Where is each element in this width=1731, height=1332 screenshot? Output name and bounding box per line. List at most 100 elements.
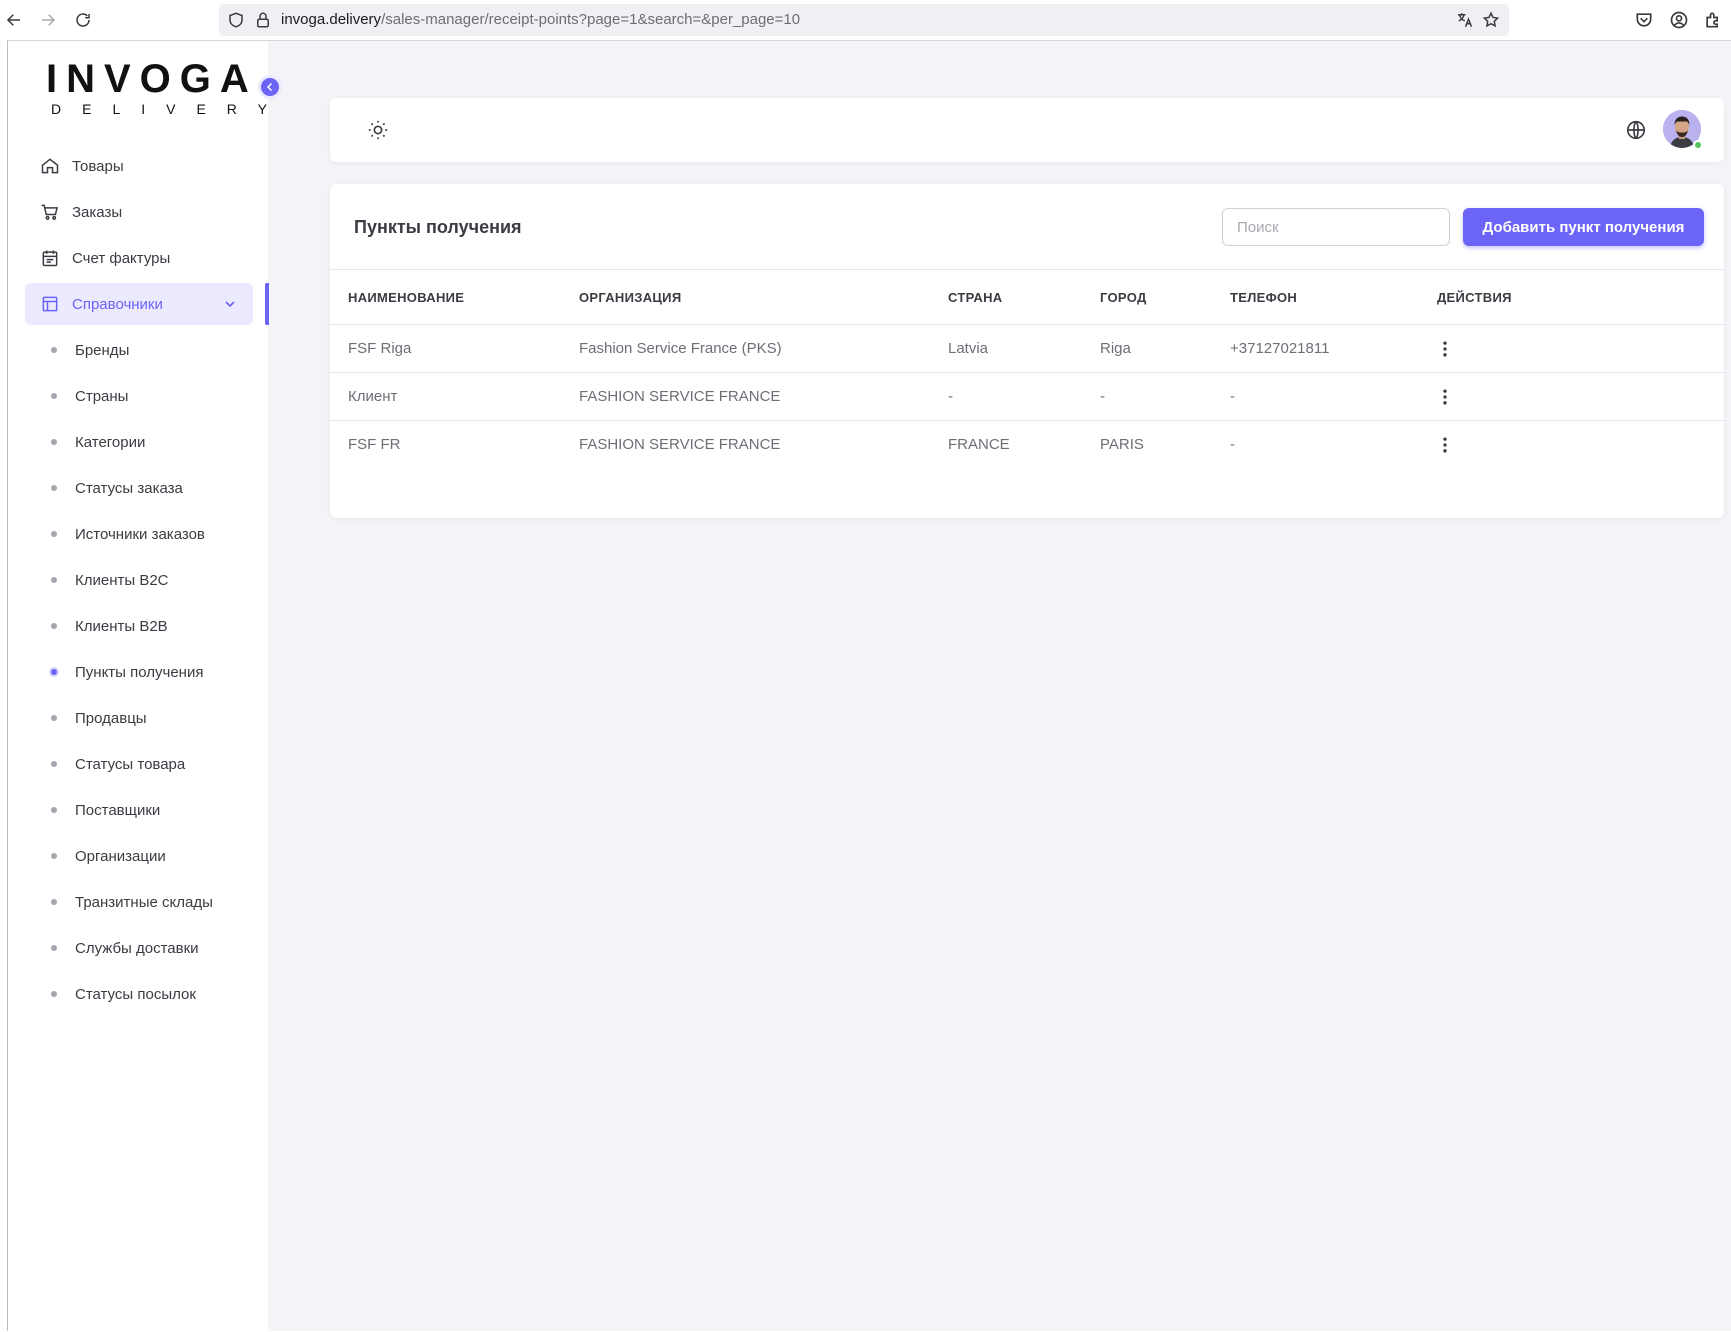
sidebar-subitem-order-sources[interactable]: Источники заказов xyxy=(43,519,253,549)
bullet-icon xyxy=(51,623,57,629)
sidebar-subitem-label: Организации xyxy=(75,847,166,865)
sidebar-subitem-label: Статусы товара xyxy=(75,755,186,773)
row-actions-button[interactable] xyxy=(1435,339,1455,359)
cell-country: FRANCE xyxy=(948,436,1010,453)
sidebar-subitem-product-statuses[interactable]: Статусы товара xyxy=(43,749,253,779)
table-row: FSF Riga Fashion Service France (PKS) La… xyxy=(330,325,1724,373)
page-title: Пункты получения xyxy=(354,217,522,237)
sidebar-subitem-countries[interactable]: Страны xyxy=(43,381,253,411)
extensions-icon[interactable] xyxy=(1703,10,1723,30)
home-icon xyxy=(41,158,59,174)
bullet-icon xyxy=(51,485,57,491)
sidebar-subitem-label: Пункты получения xyxy=(75,663,204,681)
more-vertical-icon xyxy=(1443,389,1447,405)
cell-phone: - xyxy=(1230,388,1235,405)
column-header-city[interactable]: ГОРОД xyxy=(1100,290,1147,305)
sidebar-subitem-brands[interactable]: Бренды xyxy=(43,335,253,365)
bullet-icon xyxy=(51,807,57,813)
active-section-marker xyxy=(265,283,269,325)
bullet-icon xyxy=(51,393,57,399)
bullet-icon xyxy=(51,439,57,445)
cell-name: FSF Riga xyxy=(348,340,412,357)
sidebar-subitem-label: Источники заказов xyxy=(75,525,205,543)
sidebar-subitem-label: Статусы посылок xyxy=(75,985,196,1003)
sidebar-item-products[interactable]: Товары xyxy=(25,145,253,187)
sidebar-subitem-sellers[interactable]: Продавцы xyxy=(43,703,253,733)
account-icon[interactable] xyxy=(1669,10,1689,30)
bullet-active-icon xyxy=(49,667,59,677)
logo[interactable]: INVOGA DELIVERY xyxy=(46,57,267,117)
receipt-points-table: НАИМЕНОВАНИЕ ОРГАНИЗАЦИЯ СТРАНА ГОРОД ТЕ… xyxy=(330,269,1724,469)
sidebar: INVOGA DELIVERY Товары Заказы Счет факту… xyxy=(8,41,269,1332)
sidebar-item-label: Товары xyxy=(72,157,124,175)
url-path: /sales-manager/receipt-points?page=1&sea… xyxy=(381,11,801,28)
cell-phone: - xyxy=(1230,436,1235,453)
bullet-icon xyxy=(51,347,57,353)
table-header: НАИМЕНОВАНИЕ ОРГАНИЗАЦИЯ СТРАНА ГОРОД ТЕ… xyxy=(330,269,1724,325)
column-header-country[interactable]: СТРАНА xyxy=(948,290,1003,305)
reload-button[interactable] xyxy=(71,8,95,32)
sidebar-subitem-suppliers[interactable]: Поставщики xyxy=(43,795,253,825)
url-text[interactable]: invoga.delivery/sales-manager/receipt-po… xyxy=(281,11,800,28)
bullet-icon xyxy=(51,577,57,583)
cell-city: PARIS xyxy=(1100,436,1144,453)
pocket-icon[interactable] xyxy=(1634,10,1654,30)
sidebar-subitem-transit-warehouses[interactable]: Транзитные склады xyxy=(43,887,253,917)
top-navbar xyxy=(330,98,1724,162)
cell-organization: Fashion Service France (PKS) xyxy=(579,340,782,357)
bullet-icon xyxy=(51,945,57,951)
globe-icon[interactable] xyxy=(1625,119,1647,141)
sidebar-item-label: Счет фактуры xyxy=(72,249,171,267)
sidebar-collapse-button[interactable] xyxy=(258,75,282,99)
sidebar-subitem-delivery-services[interactable]: Службы доставки xyxy=(43,933,253,963)
sidebar-subitem-clients-b2c[interactable]: Клиенты B2C xyxy=(43,565,253,595)
forward-button[interactable] xyxy=(36,8,60,32)
back-button[interactable] xyxy=(2,8,26,32)
cart-icon xyxy=(41,204,59,220)
sidebar-subitem-receipt-points[interactable]: Пункты получения xyxy=(43,657,253,687)
column-header-name[interactable]: НАИМЕНОВАНИЕ xyxy=(348,290,464,305)
browser-toolbar: invoga.delivery/sales-manager/receipt-po… xyxy=(0,0,1731,40)
sidebar-subitem-order-statuses[interactable]: Статусы заказа xyxy=(43,473,253,503)
sidebar-item-orders[interactable]: Заказы xyxy=(25,191,253,233)
chevron-left-icon xyxy=(266,82,273,92)
sidebar-item-invoices[interactable]: Счет фактуры xyxy=(25,237,253,279)
sidebar-subitem-clients-b2b[interactable]: Клиенты B2B xyxy=(43,611,253,641)
cell-city: - xyxy=(1100,388,1105,405)
calendar-icon xyxy=(42,250,58,267)
search-input[interactable] xyxy=(1222,208,1450,246)
sidebar-item-references[interactable]: Справочники xyxy=(25,283,253,325)
lock-icon[interactable] xyxy=(254,11,272,29)
bullet-icon xyxy=(51,853,57,859)
reload-icon xyxy=(76,13,90,27)
online-status-badge xyxy=(1693,140,1703,150)
address-bar[interactable]: invoga.delivery/sales-manager/receipt-po… xyxy=(219,4,1509,36)
bullet-icon xyxy=(51,991,57,997)
sidebar-subitem-organizations[interactable]: Организации xyxy=(43,841,253,871)
cell-city: Riga xyxy=(1100,340,1131,357)
star-icon[interactable] xyxy=(1482,11,1500,29)
more-vertical-icon xyxy=(1443,341,1447,357)
sidebar-subitem-label: Поставщики xyxy=(75,801,161,819)
sidebar-subitem-label: Статусы заказа xyxy=(75,479,183,497)
cell-organization: FASHION SERVICE FRANCE xyxy=(579,388,781,405)
logo-main-text: INVOGA xyxy=(46,57,258,101)
row-actions-button[interactable] xyxy=(1435,387,1455,407)
sidebar-subitem-parcel-statuses[interactable]: Статусы посылок xyxy=(43,979,253,1009)
sidebar-subitem-label: Клиенты B2C xyxy=(75,571,169,589)
sidebar-item-label: Справочники xyxy=(72,295,163,313)
sun-icon[interactable] xyxy=(367,119,389,141)
add-receipt-point-button[interactable]: Добавить пункт получения xyxy=(1463,208,1704,246)
row-actions-button[interactable] xyxy=(1435,435,1455,455)
app-frame: INVOGA DELIVERY Товары Заказы Счет факту… xyxy=(7,40,1731,1332)
sidebar-subitem-label: Категории xyxy=(75,433,146,451)
table-row: Клиент FASHION SERVICE FRANCE - - - xyxy=(330,373,1724,421)
shield-icon[interactable] xyxy=(227,11,245,29)
column-header-organization[interactable]: ОРГАНИЗАЦИЯ xyxy=(579,290,681,305)
sidebar-subitem-categories[interactable]: Категории xyxy=(43,427,253,457)
translate-icon[interactable] xyxy=(1455,11,1473,29)
column-header-phone[interactable]: ТЕЛЕФОН xyxy=(1230,290,1297,305)
bullet-icon xyxy=(51,715,57,721)
sidebar-subitem-label: Страны xyxy=(75,387,129,405)
sidebar-item-label: Заказы xyxy=(72,203,123,221)
